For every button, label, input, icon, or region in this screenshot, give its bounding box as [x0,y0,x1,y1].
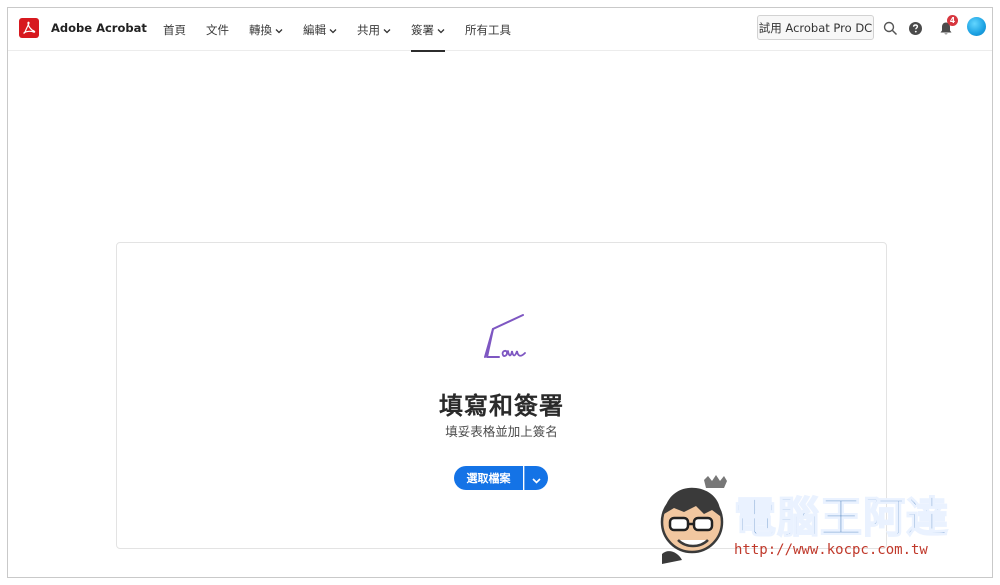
select-file-dropdown-button[interactable] [524,466,548,490]
nav-item-sign[interactable]: 簽署 [411,8,445,52]
page-subtitle: 填妥表格並加上簽名 [445,424,558,439]
chevron-down-icon [329,23,337,37]
nav-item-home[interactable]: 首頁 [163,8,186,51]
main-nav: 首頁 文件 轉換 編輯 共用 簽署 所有工具 [163,8,531,52]
nav-item-label: 首頁 [163,22,186,37]
nav-item-label: 所有工具 [465,22,511,37]
chevron-down-icon [532,469,541,488]
nav-item-all-tools[interactable]: 所有工具 [465,8,511,51]
nav-item-label: 簽署 [411,22,434,37]
nav-item-convert[interactable]: 轉換 [249,8,283,51]
watermark-title: 電腦王阿達 [733,492,950,543]
chevron-down-icon [437,23,445,37]
page-title: 填寫和簽署 [439,392,564,420]
watermark-url: http://www.kocpc.com.tw [734,542,928,558]
nav-item-label: 文件 [206,22,229,37]
select-file-button[interactable]: 選取檔案 [454,466,523,490]
nav-item-share[interactable]: 共用 [357,8,391,51]
chevron-down-icon [383,23,391,37]
try-acrobat-pro-button[interactable]: 試用 Acrobat Pro DC [757,15,874,40]
nav-item-documents[interactable]: 文件 [206,8,229,51]
signature-icon [479,311,531,367]
avatar[interactable] [967,17,986,36]
nav-item-label: 共用 [357,22,380,37]
acrobat-logo-icon [19,18,39,38]
brand-name: Adobe Acrobat [51,21,147,35]
search-icon[interactable] [881,19,899,37]
nav-item-label: 編輯 [303,22,326,37]
nav-item-edit[interactable]: 編輯 [303,8,337,51]
browser-frame: Adobe Acrobat 首頁 文件 轉換 編輯 共用 簽署 所有工具 試用 … [7,7,993,578]
chevron-down-icon [275,23,283,37]
top-navigation-bar: Adobe Acrobat 首頁 文件 轉換 編輯 共用 簽署 所有工具 試用 … [8,8,992,52]
help-icon[interactable] [906,19,924,37]
watermark-mascot-icon [660,475,727,564]
select-file-split-button: 選取檔案 [454,466,548,490]
nav-item-label: 轉換 [249,22,272,37]
notification-badge: 4 [947,15,958,26]
watermark: 電腦王阿達 http://www.kocpc.com.tw [652,474,972,566]
brand[interactable]: Adobe Acrobat [19,18,147,38]
